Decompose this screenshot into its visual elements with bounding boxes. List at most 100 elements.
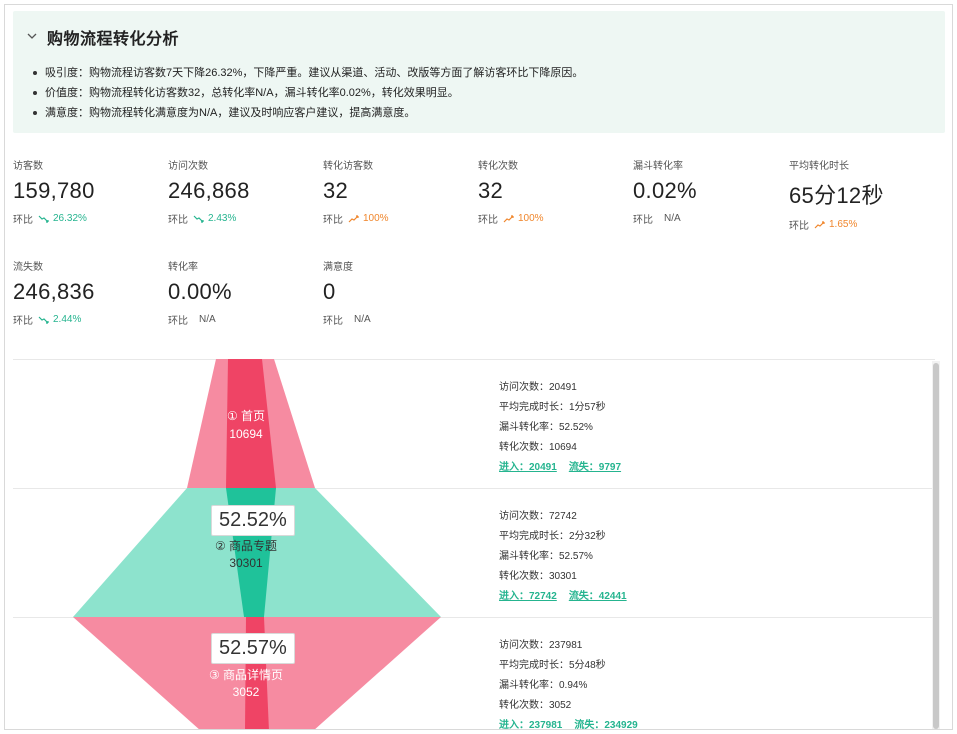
summary-title: 购物流程转化分析 [47, 31, 180, 48]
trend-indicator: 26.32% [38, 213, 87, 224]
metric-label: 转化次数 [478, 161, 518, 172]
trend-indicator: 2.44% [38, 314, 81, 325]
metric-value: 246,836 [13, 279, 95, 304]
metric-change: 2.44% [53, 314, 82, 325]
chevron-down-icon[interactable] [27, 31, 37, 41]
metric-comparison: 环比 1.65% [789, 217, 939, 232]
enter-link[interactable]: 进入：20491 [499, 462, 557, 473]
trend-indicator: N/A [199, 314, 216, 325]
metric-value: 32 [323, 178, 349, 203]
metric-card: 满意度 0 环比 N/A [323, 258, 473, 327]
conversion-rate-box: 52.57% [211, 633, 295, 664]
trend-indicator: 1.65% [814, 219, 857, 230]
stage-name: ② 商品专题 [214, 539, 278, 553]
metric-label: 转化率 [168, 262, 198, 273]
comparison-label: 环比 [323, 215, 343, 226]
metric-label: 漏斗转化率 [633, 161, 683, 172]
metric-label: 转化访客数 [323, 161, 373, 172]
metric-label: 流失数 [13, 262, 43, 273]
trend-up-icon [814, 220, 825, 228]
lost-link[interactable]: 流失：234929 [574, 720, 637, 729]
metric-label: 访客数 [13, 161, 43, 172]
metric-value: 159,780 [13, 178, 95, 203]
stage-details: 访问次数：237981 平均完成时长：5分48秒 漏斗转化率：0.94% 转化次… [499, 640, 638, 730]
comparison-label: 环比 [323, 316, 343, 327]
comparison-label: 环比 [13, 215, 33, 226]
conversion-rate-box: 52.52% [211, 505, 295, 536]
trend-down-icon [193, 215, 204, 223]
comparison-label: 环比 [168, 316, 188, 327]
comparison-label: 环比 [478, 215, 498, 226]
trend-indicator: 2.43% [193, 213, 236, 224]
lost-link[interactable]: 流失：9797 [569, 462, 621, 473]
metric-card: 平均转化时长 65分12秒环比 1.65% [789, 157, 939, 232]
stage-count: 30301 [229, 556, 263, 570]
metric-comparison: 环比 N/A [323, 312, 473, 327]
trend-indicator: 100% [503, 213, 544, 224]
comparison-label: 环比 [13, 316, 33, 327]
metric-label: 访问次数 [168, 161, 208, 172]
summary-list: 吸引度：购物流程访客数7天下降26.32%，下降严重。建议从渠道、活动、改版等方… [33, 63, 583, 123]
trend-down-icon [38, 316, 49, 324]
comparison-label: 环比 [168, 215, 188, 226]
comparison-label: 环比 [633, 215, 653, 226]
stage-count: 10694 [229, 427, 263, 441]
trend-indicator: N/A [354, 314, 371, 325]
bullet-icon [33, 71, 37, 75]
metric-value: 0.00% [168, 279, 232, 304]
metric-comparison: 环比 2.43% [168, 211, 318, 226]
trend-indicator: 100% [348, 213, 389, 224]
bullet-icon [33, 91, 37, 95]
lost-link[interactable]: 流失：42441 [569, 591, 627, 602]
bullet-icon [33, 111, 37, 115]
metric-change: N/A [199, 314, 216, 325]
enter-link[interactable]: 进入：237981 [499, 720, 562, 729]
stage-details: 访问次数：20491 平均完成时长：1分57秒 漏斗转化率：52.52% 转化次… [499, 382, 622, 473]
summary-item: 满意度：购物流程转化满意度为N/A，建议及时响应客户建议，提高满意度。 [33, 103, 583, 123]
analysis-summary: 购物流程转化分析 吸引度：购物流程访客数7天下降26.32%，下降严重。建议从渠… [13, 11, 945, 133]
trend-up-icon [348, 214, 359, 222]
metric-comparison: 环比 N/A [168, 312, 318, 327]
metric-comparison: 环比 26.32% [13, 211, 163, 226]
metric-card: 漏斗转化率 0.02% 环比 N/A [633, 157, 783, 226]
metric-change: 100% [518, 213, 544, 224]
metric-value: 65分12秒 [789, 183, 884, 208]
stage-count: 3052 [232, 685, 260, 699]
metric-change: 2.43% [208, 213, 237, 224]
metric-card: 转化次数 32 环比 100% [478, 157, 628, 226]
metric-change: N/A [354, 314, 371, 325]
metric-value: 0.02% [633, 178, 697, 203]
metric-comparison: 环比 N/A [633, 211, 783, 226]
metric-change: 100% [363, 213, 389, 224]
trend-up-icon [503, 214, 514, 222]
metric-card: 访客数 159,780 环比 26.32% [13, 157, 163, 226]
funnel-report-panel: 购物流程转化分析 吸引度：购物流程访客数7天下降26.32%，下降严重。建议从渠… [4, 4, 953, 730]
metric-card: 转化访客数 32 环比 100% [323, 157, 473, 226]
stage-name: ③ 商品详情页 [208, 668, 284, 682]
metric-value: 32 [478, 178, 504, 203]
summary-item: 价值度：购物流程转化访客数32，总转化率N/A，漏斗转化率0.02%，转化效果明… [33, 83, 583, 103]
metric-change: 1.65% [829, 219, 858, 230]
comparison-label: 环比 [789, 221, 809, 232]
metric-comparison: 环比 100% [323, 211, 473, 226]
metric-comparison: 环比 100% [478, 211, 628, 226]
metric-card: 转化率 0.00% 环比 N/A [168, 258, 318, 327]
metric-card: 流失数 246,836 环比 2.44% [13, 258, 163, 327]
trend-down-icon [38, 215, 49, 223]
metric-value: 246,868 [168, 178, 250, 203]
enter-link[interactable]: 进入：72742 [499, 591, 557, 602]
metric-value: 0 [323, 279, 336, 304]
stage-name: ① 首页 [226, 409, 266, 423]
summary-header[interactable]: 购物流程转化分析 [27, 25, 179, 49]
summary-item: 吸引度：购物流程访客数7天下降26.32%，下降严重。建议从渠道、活动、改版等方… [33, 63, 583, 83]
scrollbar-thumb[interactable] [933, 363, 939, 729]
metric-label: 满意度 [323, 262, 353, 273]
trend-indicator: N/A [664, 213, 681, 224]
metric-comparison: 环比 2.44% [13, 312, 163, 327]
metric-label: 平均转化时长 [789, 161, 849, 172]
stage-details: 访问次数：72742 平均完成时长：2分32秒 漏斗转化率：52.57% 转化次… [499, 511, 627, 602]
metric-change: N/A [664, 213, 681, 224]
metric-card: 访问次数 246,868 环比 2.43% [168, 157, 318, 226]
vertical-scrollbar[interactable] [932, 361, 940, 729]
metric-change: 26.32% [53, 213, 87, 224]
